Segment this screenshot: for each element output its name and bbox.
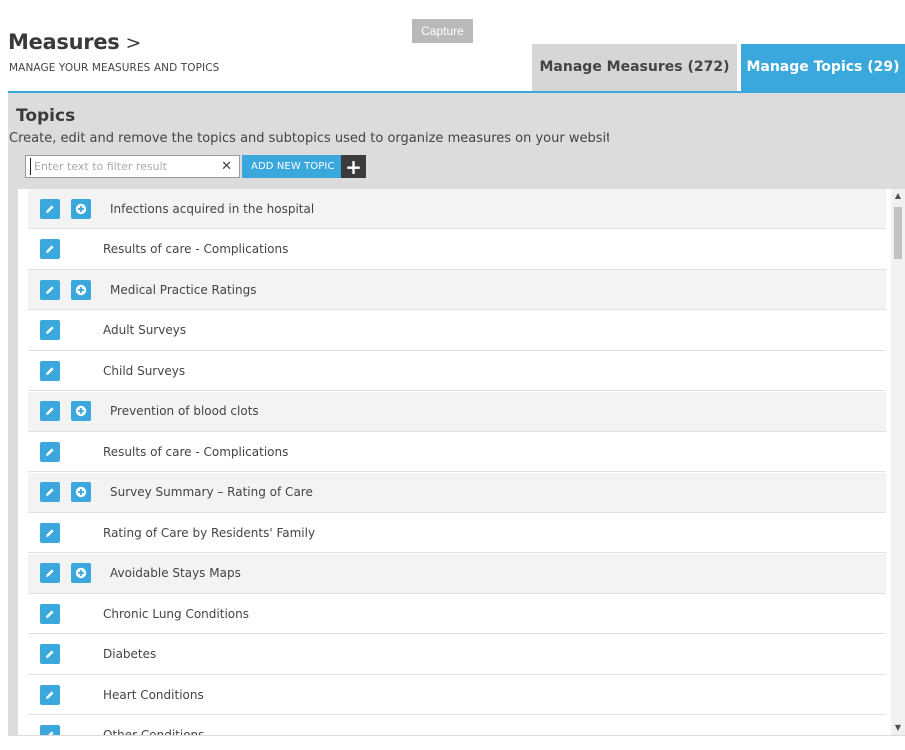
edit-pencil-icon[interactable] xyxy=(40,441,60,462)
topics-panel: Topics Create, edit and remove the topic… xyxy=(8,91,905,736)
edit-pencil-icon[interactable] xyxy=(40,360,60,381)
add-subtopic-icon[interactable] xyxy=(71,482,91,502)
page-title-text: Measures xyxy=(8,30,120,54)
topic-label: Rating of Care by Residents' Family xyxy=(103,525,316,540)
subtopic-row: Other Conditions xyxy=(28,715,886,735)
topic-label: Medical Practice Ratings xyxy=(110,282,257,297)
filter-box: ✕ xyxy=(25,155,240,178)
subtopic-row: Chronic Lung Conditions xyxy=(28,594,886,634)
edit-pencil-icon[interactable] xyxy=(40,725,60,735)
add-new-topic-button[interactable]: ADD NEW TOPIC + xyxy=(242,155,366,179)
edit-pencil-icon[interactable] xyxy=(40,684,60,705)
subtopic-row: Results of care - Complications xyxy=(28,432,886,472)
topic-label: Prevention of blood clots xyxy=(110,404,259,418)
topic-label: Chronic Lung Conditions xyxy=(103,606,249,621)
topic-label: Survey Summary – Rating of Care xyxy=(110,485,313,499)
subtopic-row: Diabetes xyxy=(28,634,886,675)
subtopic-row: Heart Conditions xyxy=(28,675,886,715)
topic-label: Heart Conditions xyxy=(103,687,204,702)
add-subtopic-icon[interactable] xyxy=(71,198,91,219)
page-title: Measures > xyxy=(8,30,141,54)
subtopic-row: Adult Surveys xyxy=(28,310,886,351)
edit-pencil-icon[interactable] xyxy=(40,563,60,583)
edit-pencil-icon[interactable] xyxy=(40,198,60,219)
topic-label: Infections acquired in the hospital xyxy=(110,201,315,216)
add-new-topic-label: ADD NEW TOPIC xyxy=(251,161,335,172)
filter-input[interactable] xyxy=(30,158,215,175)
topic-label: Diabetes xyxy=(103,647,157,661)
tab-manage-topics[interactable]: Manage Topics (29) xyxy=(741,44,905,91)
topic-label: Child Surveys xyxy=(103,363,186,378)
scroll-thumb[interactable] xyxy=(894,207,902,259)
edit-pencil-icon[interactable] xyxy=(40,279,60,300)
topic-label: Results of care - Complications xyxy=(103,242,289,256)
page-subtitle: MANAGE YOUR MEASURES AND TOPICS xyxy=(9,62,220,74)
add-subtopic-icon[interactable] xyxy=(71,563,91,583)
topics-list: ▲ ▼ Infections acquired in the hospital R… xyxy=(18,189,905,735)
edit-pencil-icon[interactable] xyxy=(40,522,60,543)
edit-pencil-icon[interactable] xyxy=(40,644,60,664)
topic-label: Results of care - Complications xyxy=(103,444,289,459)
scroll-down-arrow-icon[interactable]: ▼ xyxy=(891,721,905,735)
plus-icon: + xyxy=(341,155,366,179)
add-subtopic-icon[interactable] xyxy=(71,279,91,300)
scrollbar[interactable]: ▲ ▼ xyxy=(891,189,905,735)
topic-row: Prevention of blood clots xyxy=(28,391,886,432)
topic-label: Avoidable Stays Maps xyxy=(110,566,241,580)
topic-label: Other Conditions xyxy=(103,728,205,735)
edit-pencil-icon[interactable] xyxy=(40,482,60,502)
topics-description: Create, edit and remove the topics and s… xyxy=(9,131,609,146)
subtopic-row: Results of care - Complications xyxy=(28,229,886,270)
edit-pencil-icon[interactable] xyxy=(40,239,60,259)
edit-pencil-icon[interactable] xyxy=(40,401,60,421)
breadcrumb-chevron-icon: > xyxy=(125,32,142,54)
topic-row: Medical Practice Ratings xyxy=(28,270,886,310)
capture-button[interactable]: Capture xyxy=(412,19,473,43)
subtopic-row: Rating of Care by Residents' Family xyxy=(28,513,886,553)
clear-filter-icon[interactable]: ✕ xyxy=(221,159,232,175)
topic-label: Adult Surveys xyxy=(103,323,187,337)
add-subtopic-icon[interactable] xyxy=(71,401,91,421)
topic-row: Survey Summary – Rating of Care xyxy=(28,472,886,513)
topics-heading: Topics xyxy=(16,106,76,126)
topic-row: Avoidable Stays Maps xyxy=(28,553,886,594)
edit-pencil-icon[interactable] xyxy=(40,320,60,340)
scroll-up-arrow-icon[interactable]: ▲ xyxy=(891,189,905,203)
subtopic-row: Child Surveys xyxy=(28,351,886,391)
edit-pencil-icon[interactable] xyxy=(40,603,60,624)
topic-row: Infections acquired in the hospital xyxy=(28,189,886,229)
tab-manage-measures[interactable]: Manage Measures (272) xyxy=(532,44,737,91)
